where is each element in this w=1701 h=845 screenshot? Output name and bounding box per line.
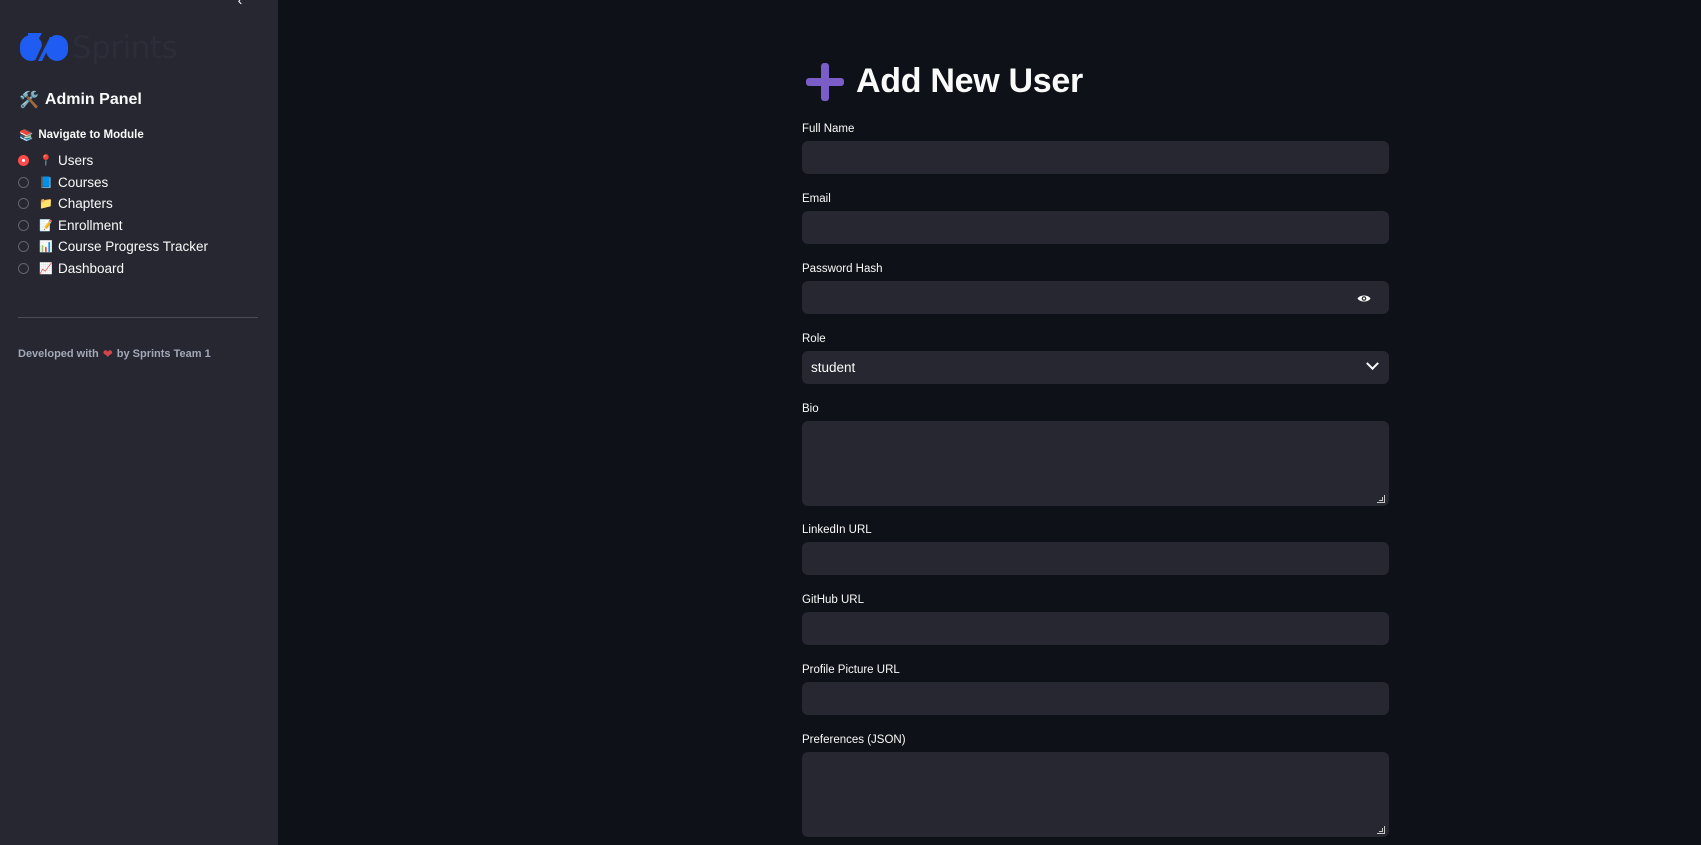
- github-label: GitHub URL: [802, 594, 864, 606]
- role-label: Role: [802, 333, 826, 345]
- hammer-wrench-icon: 🛠️: [19, 92, 39, 109]
- page-title-text: Add New User: [856, 62, 1083, 100]
- email-field: Email: [802, 192, 1389, 244]
- radio-label: Chapters: [58, 196, 113, 212]
- plus-icon: [806, 62, 844, 101]
- radio-label: Dashboard: [58, 260, 125, 276]
- profile-picture-field: Profile Picture URL: [802, 663, 1389, 715]
- email-input[interactable]: [802, 211, 1389, 244]
- github-input[interactable]: [802, 612, 1389, 645]
- full-name-input[interactable]: [802, 141, 1389, 174]
- collapse-sidebar-icon[interactable]: ‹: [232, 0, 248, 8]
- radio-option-course-progress-tracker[interactable]: 📊 Course Progress Tracker: [18, 236, 208, 258]
- password-label: Password Hash: [802, 263, 883, 275]
- radio-label: Enrollment: [58, 217, 123, 233]
- navigate-label-text: Navigate to Module: [38, 129, 144, 141]
- books-icon: 📚: [19, 130, 34, 142]
- radio-button[interactable]: [18, 241, 29, 253]
- email-label: Email: [802, 193, 831, 205]
- preferences-label: Preferences (JSON): [802, 734, 906, 746]
- eye-icon[interactable]: [1357, 294, 1371, 303]
- pin-icon: 📍: [39, 155, 53, 168]
- footer-suffix: by Sprints Team 1: [116, 348, 211, 360]
- radio-option-courses[interactable]: 📘 Courses: [18, 172, 208, 194]
- footer-prefix: Developed with: [18, 348, 99, 360]
- github-field: GitHub URL: [802, 593, 1389, 645]
- radio-button[interactable]: [18, 262, 29, 274]
- book-icon: 📘: [39, 176, 53, 189]
- folder-icon: 📁: [39, 198, 53, 211]
- linkedin-input[interactable]: [802, 542, 1389, 575]
- radio-button[interactable]: [18, 219, 29, 231]
- password-field: Password Hash: [802, 262, 1389, 314]
- role-selected-value: student: [811, 360, 856, 375]
- sidebar: ‹ Sprints 🛠️ Admin Panel 📚 Navigate to M…: [0, 0, 278, 845]
- radio-option-users[interactable]: 📍 Users: [18, 150, 208, 172]
- preferences-textarea[interactable]: [802, 752, 1389, 837]
- profile-picture-input[interactable]: [802, 682, 1389, 715]
- sidebar-divider: [18, 317, 258, 318]
- logo: Sprints: [18, 30, 178, 66]
- sprints-logo-icon: [20, 33, 68, 63]
- role-select[interactable]: student: [802, 351, 1389, 384]
- bar-chart-icon: 📊: [39, 241, 53, 254]
- radio-option-dashboard[interactable]: 📈 Dashboard: [18, 258, 208, 280]
- radio-button[interactable]: [18, 198, 29, 210]
- heart-icon: ❤: [102, 347, 113, 361]
- chevron-down-icon: [1366, 357, 1379, 371]
- logo-text: Sprints: [72, 30, 178, 66]
- profile-picture-label: Profile Picture URL: [802, 664, 900, 676]
- linkedin-label: LinkedIn URL: [802, 524, 872, 536]
- password-input[interactable]: [802, 281, 1389, 314]
- full-name-label: Full Name: [802, 123, 855, 135]
- sidebar-footer: Developed with ❤ by Sprints Team 1: [18, 347, 211, 361]
- navigate-label: 📚 Navigate to Module: [19, 128, 144, 142]
- radio-option-chapters[interactable]: 📁 Chapters: [18, 193, 208, 215]
- radio-option-enrollment[interactable]: 📝 Enrollment: [18, 215, 208, 237]
- memo-icon: 📝: [39, 219, 53, 232]
- radio-label: Courses: [58, 174, 109, 190]
- module-radio-group: 📍 Users 📘 Courses 📁 Chapters 📝 Enrollmen…: [18, 150, 208, 279]
- bio-field: Bio: [802, 402, 1389, 506]
- preferences-field: Preferences (JSON): [802, 733, 1389, 837]
- resize-grip-icon[interactable]: [1377, 495, 1385, 503]
- radio-button[interactable]: [18, 155, 29, 167]
- bio-label: Bio: [802, 403, 819, 415]
- full-name-field: Full Name: [802, 122, 1389, 174]
- bio-textarea[interactable]: [802, 421, 1389, 506]
- admin-panel-title: 🛠️ Admin Panel: [19, 90, 142, 110]
- linkedin-field: LinkedIn URL: [802, 523, 1389, 575]
- radio-button[interactable]: [18, 176, 29, 188]
- radio-label: Users: [58, 153, 94, 169]
- radio-label: Course Progress Tracker: [58, 239, 209, 255]
- page-title: Add New User: [806, 62, 1083, 101]
- role-field: Role student: [802, 332, 1389, 384]
- trend-chart-icon: 📈: [39, 262, 53, 275]
- admin-panel-label: Admin Panel: [44, 91, 142, 108]
- resize-grip-icon[interactable]: [1377, 826, 1385, 834]
